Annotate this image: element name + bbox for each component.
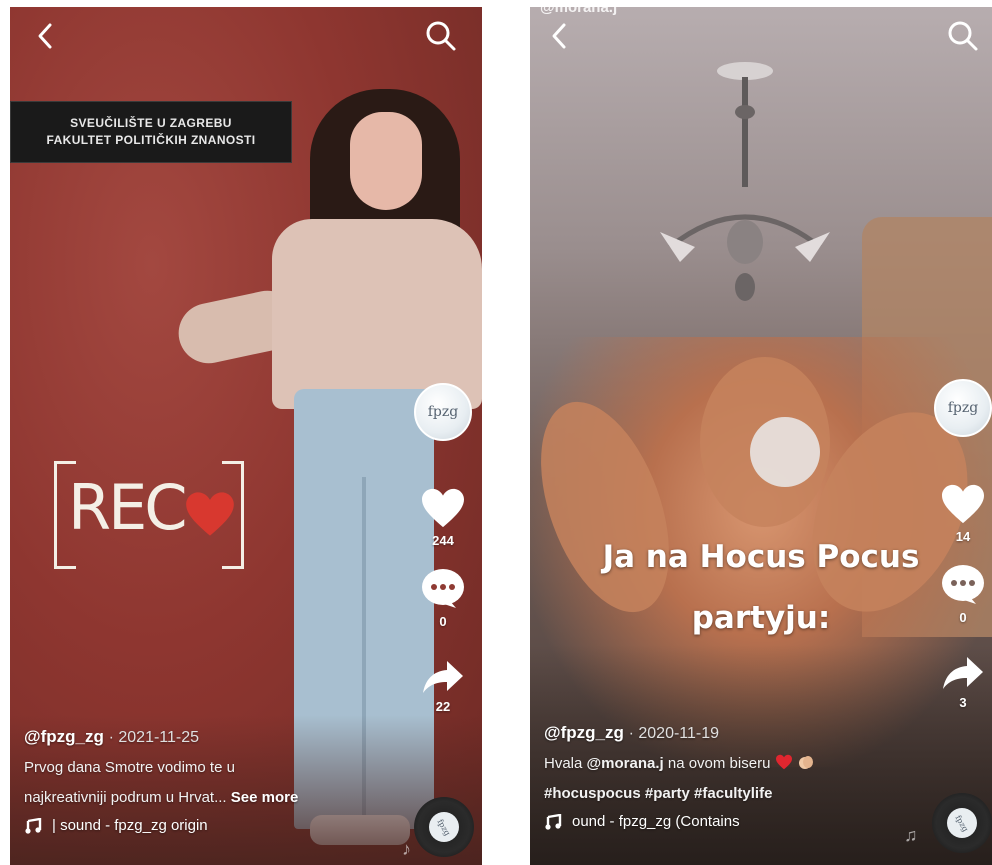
music-note-icon — [545, 813, 562, 830]
caption-block: @fpzg_zg · 2020-11-19 Hvala @morana.j na… — [544, 723, 815, 830]
disc-text: fpzg — [435, 817, 453, 837]
like-button[interactable]: 244 — [420, 487, 466, 548]
overlay-text-line-1: Ja na Hocus Pocus — [602, 539, 920, 575]
rec-text: REC — [68, 471, 188, 544]
search-icon[interactable] — [946, 19, 980, 53]
comment-icon — [942, 565, 984, 604]
caption-prefix: Hvala — [544, 755, 587, 772]
floating-note-icon: ♫ — [904, 825, 918, 845]
music-note-icon — [25, 817, 42, 834]
share-count: 3 — [959, 695, 967, 710]
overlay-handle: @morana.j — [540, 7, 618, 16]
disc-text: fpzg — [953, 813, 971, 833]
sound-name: | sound - fpzg_zg origin — [52, 817, 208, 834]
profile-avatar[interactable]: fpzg — [934, 379, 992, 437]
heart-icon — [422, 488, 464, 528]
action-rail: fpzg 14 0 3 — [933, 379, 992, 710]
post-date: · 2021-11-25 — [108, 729, 200, 746]
sound-line[interactable]: | sound - fpzg_zg origin — [24, 817, 298, 834]
share-icon — [943, 657, 983, 689]
action-rail: fpzg 244 0 22 — [413, 383, 473, 714]
floating-note-icon: ♪ — [402, 839, 411, 859]
caption-block: @fpzg_zg · 2021-11-25 Prvog dana Smotre … — [24, 727, 298, 834]
sound-name: ound - fpzg_zg (Contains — [572, 813, 740, 830]
sound-disc[interactable]: fpzg — [932, 793, 992, 853]
profile-avatar[interactable]: fpzg — [414, 383, 472, 441]
caption-line-1: Hvala @morana.j na ovom biseru — [544, 749, 815, 779]
caption-line-1: Prvog dana Smotre vodimo te u — [24, 759, 235, 776]
heart-icon — [942, 484, 984, 524]
back-icon[interactable] — [546, 19, 570, 53]
hashtags[interactable]: #hocuspocus #party #facultylife — [544, 779, 815, 809]
author-line: @fpzg_zg · 2020-11-19 — [544, 723, 815, 743]
comment-button[interactable]: 0 — [940, 564, 986, 625]
like-count: 244 — [432, 533, 454, 548]
post-date: · 2020-11-19 — [628, 725, 720, 742]
share-button[interactable]: 22 — [421, 659, 465, 714]
clapping-hands-emoji-icon — [798, 756, 813, 769]
video-card-left[interactable]: SVEUČILIŠTE U ZAGREBU FAKULTET POLITIČKI… — [10, 7, 482, 865]
share-button[interactable]: 3 — [941, 655, 985, 710]
comment-count: 0 — [959, 610, 967, 625]
avatar-text: fpzg — [427, 404, 459, 420]
share-icon — [423, 661, 463, 693]
red-heart-emoji-icon — [775, 754, 792, 770]
rec-sticker: REC — [54, 461, 244, 569]
author-line: @fpzg_zg · 2021-11-25 — [24, 727, 298, 747]
caption-line-2: najkreativniji podrum u Hrvat... See mor… — [24, 783, 298, 813]
like-count: 14 — [955, 529, 971, 544]
caption-mention[interactable]: @morana.j — [587, 755, 664, 772]
chandelier-image — [660, 62, 830, 301]
comment-icon — [422, 569, 464, 608]
caption-line-2-text: najkreativniji podrum u Hrvat... — [24, 789, 227, 806]
caption-suffix: na ovom biseru — [663, 755, 771, 772]
search-icon[interactable] — [424, 19, 458, 53]
video-card-right[interactable]: @morana.j Ja na Hocus Pocus partyju: fpz… — [530, 7, 992, 865]
like-button[interactable]: 14 — [940, 483, 986, 544]
comment-button[interactable]: 0 — [420, 568, 466, 629]
red-heart-icon — [186, 492, 234, 536]
sound-line[interactable]: ound - fpzg_zg (Contains — [544, 813, 815, 830]
back-icon[interactable] — [32, 19, 56, 53]
see-more-link[interactable]: See more — [231, 789, 299, 806]
overlay-text-line-2: partyju: — [691, 600, 831, 636]
author-handle[interactable]: @fpzg_zg — [24, 727, 104, 746]
comment-count: 0 — [439, 614, 447, 629]
author-handle[interactable]: @fpzg_zg — [544, 723, 624, 742]
avatar-text: fpzg — [947, 400, 979, 416]
sound-disc[interactable]: fpzg — [414, 797, 474, 857]
share-count: 22 — [435, 699, 451, 714]
